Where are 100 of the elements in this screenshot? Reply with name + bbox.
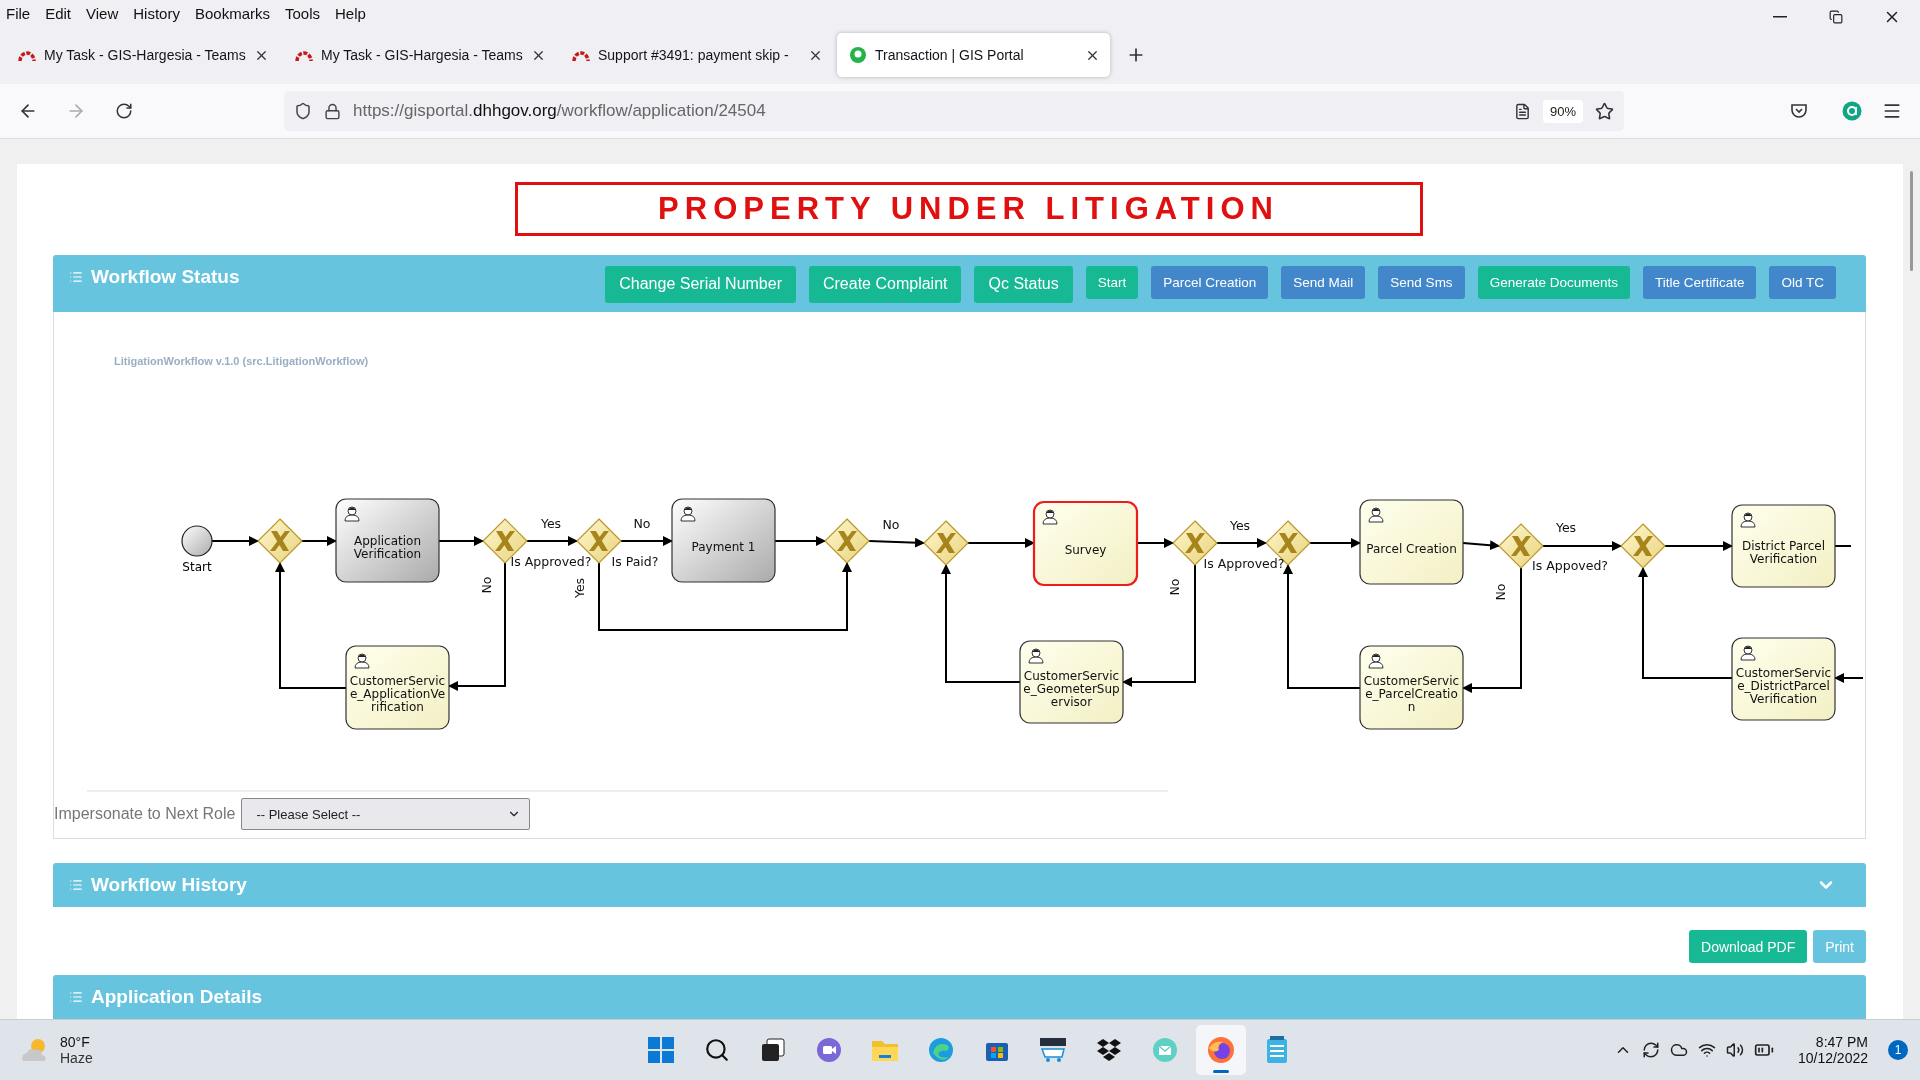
litigation-banner: PROPERTY UNDER LITIGATION	[514, 182, 1423, 237]
person-icon	[680, 506, 696, 522]
edge-label: Is Appoved?	[1532, 558, 1608, 574]
browser-tab[interactable]: Transaction | GIS Portal	[837, 33, 1110, 77]
wave-circle-icon	[928, 1037, 954, 1063]
panel-title: Application Details	[91, 985, 263, 1008]
task-label: Payment 1	[690, 539, 757, 557]
list-icon	[69, 269, 83, 284]
edge-label: Is Approved?	[510, 554, 592, 570]
edge-label: No	[1493, 583, 1508, 601]
task-label: CustomerService_ParcelCreation	[1362, 673, 1461, 717]
wifi-icon[interactable]	[1697, 1041, 1716, 1059]
tab-title: Support #3491: payment skip -	[598, 47, 789, 63]
workflow-caption: LitigationWorkflow v.1.0 (src.LitigationWorkflow)	[114, 355, 369, 368]
connector	[211, 536, 259, 547]
connector	[967, 538, 1035, 549]
cart-icon	[1039, 1037, 1067, 1063]
menu-item[interactable]: Bookmarks	[194, 4, 270, 22]
edge-label: No	[479, 576, 494, 594]
edge-label: Yes	[540, 516, 562, 532]
gateway-diamond	[257, 518, 303, 565]
search-icon	[704, 1037, 730, 1063]
menu-item[interactable]: Edit	[45, 4, 72, 22]
menu-item[interactable]: View	[86, 4, 119, 22]
task-label: Parcel Creation	[1365, 540, 1458, 558]
edge-label: No	[633, 516, 651, 532]
menu-item[interactable]: Help	[335, 4, 366, 22]
task-label: CustomerService_DistrictParcelVerification	[1734, 664, 1833, 708]
person-icon	[1368, 507, 1384, 523]
role-select[interactable]: -- Please Select --	[241, 798, 531, 831]
edge-label: Yes	[1555, 520, 1577, 536]
connector	[438, 536, 484, 547]
browser-tab[interactable]: My Task - GIS-Hargesia - Teams	[283, 33, 556, 77]
connector	[301, 536, 337, 547]
panel-title: Workflow Status	[91, 265, 240, 288]
sync-icon[interactable]	[1641, 1041, 1660, 1059]
person-icon	[1740, 645, 1756, 661]
menu-item[interactable]: History	[133, 4, 180, 22]
address-field[interactable]: https://gisportal.dhhgov.org/workflow/application/24504 90%	[284, 91, 1624, 131]
edge-label: Yes	[1229, 518, 1251, 534]
menu-icon[interactable]	[1882, 101, 1902, 121]
gateway-diamond	[1620, 523, 1666, 570]
notification-badge[interactable]: 1	[1888, 1040, 1908, 1060]
tab-title: My Task - GIS-Hargesia - Teams	[321, 47, 523, 63]
menu-item[interactable]: Tools	[285, 4, 320, 22]
edge-label: Yes	[572, 578, 587, 599]
action-button[interactable]: Old TC	[1769, 265, 1836, 299]
restore-icon	[1829, 10, 1843, 24]
speaker-icon[interactable]	[1725, 1041, 1744, 1059]
arc-logo-icon	[295, 48, 313, 62]
connector	[526, 536, 578, 547]
start-label: Start	[182, 560, 212, 575]
gateway-diamond	[1172, 520, 1218, 567]
edge-label: Is Paid?	[611, 554, 659, 570]
tab-title: My Task - GIS-Hargesia - Teams	[44, 47, 246, 63]
browser-tab[interactable]: My Task - GIS-Hargesia - Teams	[6, 33, 279, 77]
arc-logo-icon	[18, 48, 36, 62]
windows-logo-icon	[648, 1037, 674, 1063]
video-chat-icon	[816, 1037, 842, 1063]
reader-icon[interactable]	[1513, 102, 1531, 120]
connector	[1309, 538, 1361, 549]
start-event	[181, 525, 213, 557]
menu-item[interactable]: File	[6, 4, 31, 22]
reload-icon[interactable]	[115, 102, 133, 120]
action-button[interactable]: Parcel Creation	[1151, 265, 1269, 299]
cloud-icon[interactable]	[1669, 1041, 1688, 1059]
windows-stack-icon	[761, 1038, 785, 1062]
panel-title: Workflow History	[91, 873, 247, 896]
task-label: Application Verification	[352, 532, 423, 563]
action-button[interactable]: Send Sms	[1378, 265, 1465, 299]
account-icon[interactable]	[1842, 101, 1862, 121]
person-icon	[1028, 648, 1044, 664]
folder-icon	[871, 1038, 899, 1062]
temperature-text: 80°F	[60, 1034, 91, 1050]
edge-label: No	[882, 517, 900, 533]
gateway-diamond	[824, 518, 870, 565]
gateway-diamond	[923, 520, 969, 567]
shield-icon	[294, 102, 312, 120]
person-icon	[1368, 653, 1384, 669]
edge-label: Is Approved?	[1203, 556, 1285, 572]
tab-title: Transaction | GIS Portal	[875, 47, 1024, 63]
connector	[868, 538, 925, 548]
action-button[interactable]: Send Mail	[1281, 265, 1366, 299]
browser-tab[interactable]: Support #3491: payment skip -	[560, 33, 833, 77]
edge-label: No	[1167, 578, 1182, 596]
pocket-icon[interactable]	[1790, 102, 1808, 120]
person-icon	[354, 653, 370, 669]
person-icon	[344, 506, 360, 522]
clock-date: 10/12/2022	[1797, 1050, 1868, 1066]
star-icon[interactable]	[1595, 101, 1614, 121]
task-label: Survey	[1063, 542, 1108, 560]
connector	[1216, 538, 1267, 549]
connector	[1136, 538, 1174, 549]
person-icon	[1042, 509, 1058, 525]
connector	[1834, 673, 1864, 684]
url-text: https://gisportal.dhhgov.org/workflow/application/24504	[353, 101, 767, 121]
mail-icon	[1152, 1037, 1178, 1063]
action-button[interactable]: Title Certificate	[1642, 265, 1757, 299]
clock-time: 8:47 PM	[1815, 1034, 1868, 1050]
zoom-badge[interactable]: 90%	[1542, 99, 1583, 123]
